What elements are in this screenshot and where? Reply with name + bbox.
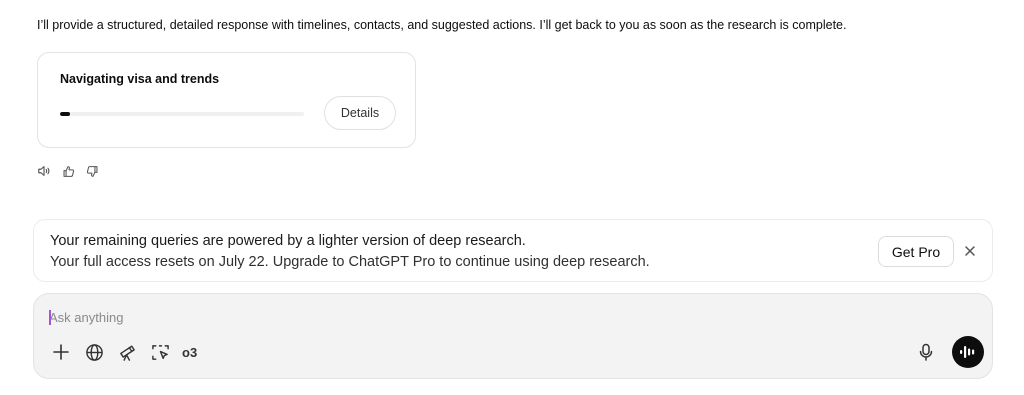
thumbs-up-icon[interactable]	[60, 163, 76, 179]
voice-waveform-icon	[960, 346, 975, 358]
close-icon[interactable]	[962, 243, 978, 259]
banner-message-line1: Your remaining queries are powered by a …	[50, 233, 526, 249]
research-card-title: Navigating visa and trends	[60, 72, 220, 86]
composer-tools: o3	[50, 341, 197, 363]
research-progress-fill	[60, 112, 70, 116]
voice-mode-button[interactable]	[952, 336, 984, 368]
model-selector[interactable]: o3	[182, 345, 197, 360]
details-button[interactable]: Details	[324, 96, 396, 130]
plus-icon[interactable]	[50, 341, 72, 363]
prompt-composer: o3	[33, 293, 993, 379]
globe-icon[interactable]	[83, 341, 105, 363]
deep-research-limit-banner: Your remaining queries are powered by a …	[33, 219, 993, 282]
text-caret	[49, 310, 51, 325]
assistant-message-text: I’ll provide a structured, detailed resp…	[37, 18, 847, 32]
microphone-icon[interactable]	[916, 342, 936, 362]
prompt-input[interactable]	[49, 306, 649, 328]
message-actions	[36, 163, 100, 179]
telescope-icon[interactable]	[116, 341, 138, 363]
read-aloud-icon[interactable]	[36, 163, 52, 179]
get-pro-button[interactable]: Get Pro	[878, 236, 954, 267]
select-region-icon[interactable]	[149, 341, 171, 363]
research-progress-bar	[60, 112, 304, 116]
thumbs-down-icon[interactable]	[84, 163, 100, 179]
research-progress-card: Navigating visa and trends Details	[37, 52, 416, 148]
banner-message-line2: Your full access resets on July 22. Upgr…	[50, 254, 650, 270]
